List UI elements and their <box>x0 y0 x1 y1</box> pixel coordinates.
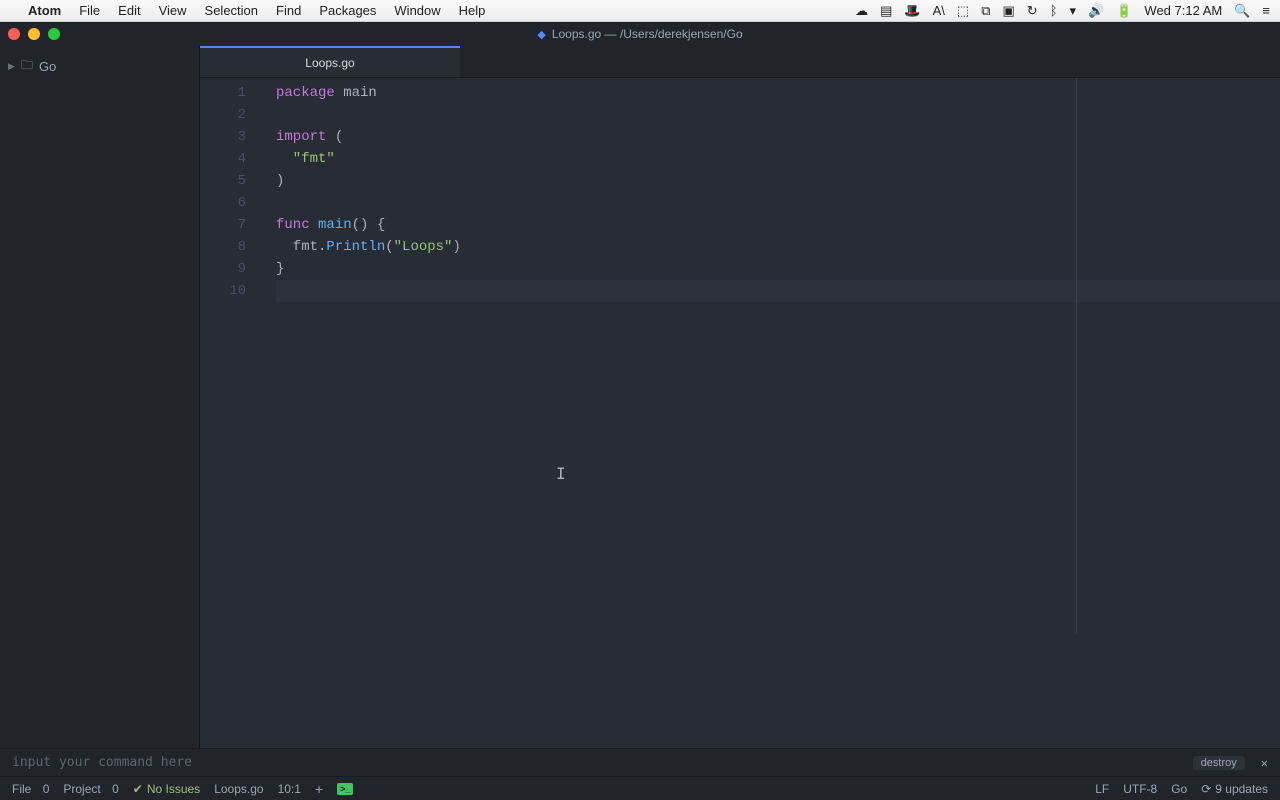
status-project-diagnostics[interactable]: Project 0 <box>63 782 118 796</box>
close-window-button[interactable] <box>8 28 20 40</box>
status-line-ending[interactable]: LF <box>1095 782 1109 796</box>
app-menu[interactable]: Atom <box>28 3 61 18</box>
spotlight-icon[interactable]: 🔍 <box>1234 3 1250 19</box>
command-input-panel: input your command here destroy ✕ <box>0 748 1280 776</box>
hat-icon[interactable]: 🎩 <box>904 3 920 19</box>
zoom-window-button[interactable] <box>48 28 60 40</box>
check-icon: ✔ <box>133 782 143 796</box>
status-no-issues[interactable]: ✔ No Issues <box>133 782 200 796</box>
status-updates[interactable]: ⟳ 9 updates <box>1201 782 1268 796</box>
window-title: ◆ Loops.go — /Users/derekjensen/Go <box>537 27 742 41</box>
wrap-guide <box>1076 78 1077 633</box>
status-filename[interactable]: Loops.go <box>214 782 263 796</box>
folder-label: Go <box>39 59 56 74</box>
menu-file[interactable]: File <box>79 3 100 18</box>
line-number-gutter: 1 2 3 4 5 6 7 8 9 10 <box>200 78 276 748</box>
clock[interactable]: Wed 7:12 AM <box>1144 3 1222 18</box>
display-icon[interactable]: ▤ <box>880 3 892 19</box>
close-icon[interactable]: ✕ <box>1261 756 1268 770</box>
folder-icon: 🗀 <box>21 56 33 77</box>
tab-bar: Loops.go <box>200 46 1280 78</box>
menu-help[interactable]: Help <box>459 3 486 18</box>
text-editor[interactable]: 1 2 3 4 5 6 7 8 9 10 package main import… <box>200 78 1280 748</box>
menu-find[interactable]: Find <box>276 3 301 18</box>
project-root-folder[interactable]: ▶ 🗀 Go <box>0 52 199 81</box>
squirrel-icon: ⟳ <box>1201 782 1211 796</box>
menu-packages[interactable]: Packages <box>319 3 376 18</box>
wifi-icon[interactable]: ▾ <box>1070 3 1077 19</box>
workspace: ▶ 🗀 Go Loops.go 1 2 3 4 5 6 7 8 9 10 <box>0 46 1280 748</box>
timemachine-icon[interactable]: ↻ <box>1027 3 1038 19</box>
status-encoding[interactable]: UTF-8 <box>1123 782 1157 796</box>
camera-icon[interactable]: ⬚ <box>957 3 969 19</box>
menu-selection[interactable]: Selection <box>205 3 258 18</box>
tree-view-sidebar[interactable]: ▶ 🗀 Go <box>0 46 200 748</box>
menubar-left: Atom File Edit View Selection Find Packa… <box>10 3 485 18</box>
tab-label: Loops.go <box>305 56 354 70</box>
window-titlebar: ◆ Loops.go — /Users/derekjensen/Go <box>0 22 1280 46</box>
status-file-diagnostics[interactable]: File 0 <box>12 782 49 796</box>
menu-window[interactable]: Window <box>394 3 440 18</box>
menubar-right: ☁ ▤ 🎩 A\ ⬚ ⧉ ▣ ↻ ᛒ ▾ 🔊 🔋 Wed 7:12 AM 🔍 ≡ <box>855 3 1270 19</box>
command-input[interactable]: input your command here <box>12 755 192 770</box>
minimize-window-button[interactable] <box>28 28 40 40</box>
battery-icon[interactable]: 🔋 <box>1116 3 1132 19</box>
menu-edit[interactable]: Edit <box>118 3 140 18</box>
volume-icon[interactable]: 🔊 <box>1088 3 1104 19</box>
destroy-button[interactable]: destroy <box>1193 756 1245 770</box>
add-button[interactable]: + <box>315 781 323 797</box>
dropbox-icon[interactable]: ⧉ <box>981 3 990 19</box>
status-grammar[interactable]: Go <box>1171 782 1187 796</box>
editor-pane: Loops.go 1 2 3 4 5 6 7 8 9 10 package ma… <box>200 46 1280 748</box>
traffic-lights <box>8 28 60 40</box>
menu-icon[interactable]: ≡ <box>1262 3 1270 18</box>
box-icon[interactable]: ▣ <box>1002 3 1014 19</box>
bluetooth-icon[interactable]: ᛒ <box>1050 3 1058 18</box>
file-type-icon: ◆ <box>537 28 545 41</box>
tab-loops-go[interactable]: Loops.go <box>200 46 460 77</box>
adobe-icon[interactable]: A\ <box>933 3 945 18</box>
cloud-icon[interactable]: ☁ <box>855 3 868 19</box>
status-cursor-position[interactable]: 10:1 <box>278 782 301 796</box>
macos-menubar: Atom File Edit View Selection Find Packa… <box>0 0 1280 22</box>
status-bar: File 0 Project 0 ✔ No Issues Loops.go 10… <box>0 776 1280 800</box>
terminal-icon[interactable]: >_ <box>337 783 353 795</box>
chevron-right-icon: ▶ <box>8 61 15 72</box>
text-cursor-icon: I <box>556 463 566 485</box>
code-content[interactable]: package main import ( "fmt" ) func main(… <box>276 78 1280 748</box>
menu-view[interactable]: View <box>159 3 187 18</box>
